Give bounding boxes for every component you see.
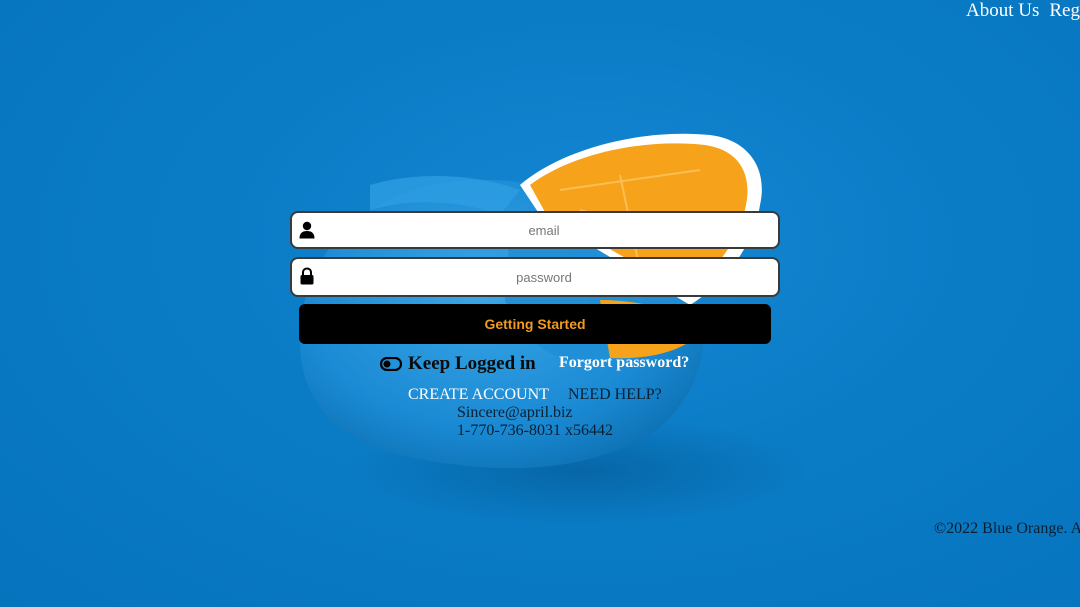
email-input[interactable] [324,213,764,247]
keep-logged-in-toggle[interactable]: Keep Logged in [380,353,536,375]
getting-started-button[interactable]: Getting Started [299,304,771,344]
footer-copyright: ©2022 Blue Orange. A [934,520,1080,537]
contact-email: Sincere@april.biz [457,404,573,421]
forgot-password-link[interactable]: Forgort password? [559,354,689,372]
contact-phone: 1-770-736-8031 x56442 [457,422,613,439]
create-account-link[interactable]: CREATE ACCOUNT [408,386,549,404]
keep-logged-in-label: Keep Logged in [408,353,536,374]
email-field-wrapper [290,211,780,249]
user-icon [299,221,315,239]
need-help-link[interactable]: NEED HELP? [568,386,662,404]
nav-register-link[interactable]: Reg [1049,0,1080,22]
lock-icon [300,267,314,285]
toggle-icon [380,357,402,371]
top-nav: About Us Reg [966,0,1080,22]
password-input[interactable] [324,259,764,295]
password-field-wrapper [290,257,780,297]
nav-about-us-link[interactable]: About Us [966,0,1039,22]
